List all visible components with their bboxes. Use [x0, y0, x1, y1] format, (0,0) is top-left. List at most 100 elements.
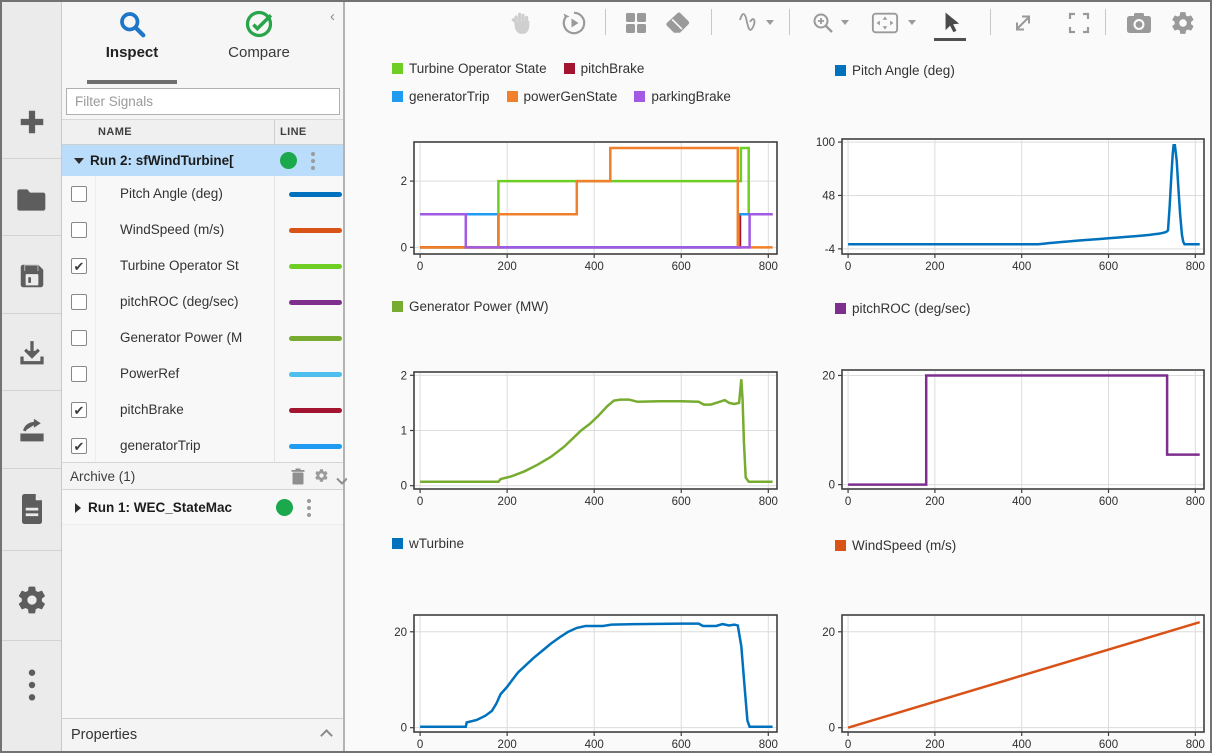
signal-line-swatch [289, 264, 342, 269]
svg-text:0: 0 [417, 739, 423, 751]
legend-swatch [507, 91, 518, 102]
signal-checkbox[interactable] [71, 330, 87, 346]
chevron-down-icon[interactable] [74, 158, 84, 164]
legend-item: pitchROC (deg/sec) [835, 298, 971, 318]
zoom-dropdown-caret[interactable] [841, 20, 849, 25]
signal-trace-icon[interactable] [735, 9, 763, 37]
signal-line-swatch [289, 372, 342, 377]
legend-swatch [564, 63, 575, 74]
chart-legend: wTurbine [392, 533, 762, 561]
subplot-pitchroc[interactable]: 0200400600800020 [807, 365, 1212, 516]
fullscreen-icon[interactable] [1065, 9, 1093, 37]
signal-row[interactable]: WindSpeed (m/s) [62, 212, 343, 248]
save-icon[interactable] [2, 241, 61, 311]
eraser-icon[interactable] [664, 9, 692, 37]
svg-text:600: 600 [1099, 496, 1118, 508]
legend-swatch [392, 538, 403, 549]
archive-label: Archive (1) [70, 469, 135, 484]
signal-name: pitchROC (deg/sec) [120, 294, 272, 309]
signal-checkbox[interactable]: ✔ [71, 402, 87, 418]
collapse-panel-icon[interactable]: ‹ [330, 8, 335, 25]
legend-swatch [835, 303, 846, 314]
export-icon[interactable] [2, 396, 61, 466]
legend-item: Turbine Operator State [392, 58, 547, 78]
svg-text:200: 200 [498, 496, 517, 508]
chart-legend: pitchROC (deg/sec) [835, 298, 1175, 326]
legend-swatch [835, 65, 846, 76]
svg-text:48: 48 [822, 190, 835, 202]
fit-to-view-icon[interactable] [871, 9, 899, 37]
fit-dropdown-caret[interactable] [908, 20, 916, 25]
run-options-icon[interactable] [311, 152, 315, 170]
signal-row[interactable]: ✔Turbine Operator St [62, 248, 343, 284]
signal-checkbox[interactable] [71, 222, 87, 238]
archived-run-options-icon[interactable] [307, 499, 311, 517]
properties-bar[interactable]: Properties [62, 718, 343, 751]
svg-text:0: 0 [401, 242, 407, 254]
svg-text:600: 600 [672, 261, 691, 273]
legend-swatch [392, 63, 403, 74]
tab-inspect-label: Inspect [72, 44, 192, 61]
open-folder-icon[interactable] [2, 165, 61, 235]
subplot-wturbine[interactable]: 0200400600800020 [379, 610, 789, 753]
tab-compare[interactable]: Compare [199, 6, 319, 61]
run-row-selected[interactable]: Run 2: sfWindTurbine[ [62, 145, 343, 176]
signal-row[interactable]: Generator Power (M [62, 320, 343, 356]
legend-item: powerGenState [507, 86, 618, 106]
subplot-states[interactable]: 020040060080002 [379, 137, 789, 281]
expand-icon[interactable] [1009, 9, 1037, 37]
preferences-gear-icon[interactable] [2, 565, 61, 635]
tab-inspect[interactable]: Inspect [72, 6, 192, 61]
zoom-in-icon[interactable] [809, 9, 837, 37]
snapshot-camera-icon[interactable] [1125, 9, 1153, 37]
signal-trace-dropdown-caret[interactable] [766, 20, 774, 25]
signal-row[interactable]: PowerRef [62, 356, 343, 392]
signal-row[interactable]: ✔pitchBrake [62, 392, 343, 428]
report-icon[interactable] [2, 474, 61, 544]
archive-settings-gear-icon[interactable] [314, 468, 329, 488]
trash-icon[interactable] [290, 468, 306, 490]
subplot-generator-power[interactable]: 0200400600800012 [379, 367, 789, 516]
legend-swatch [634, 91, 645, 102]
signal-name: Pitch Angle (deg) [120, 186, 272, 201]
column-name: NAME [98, 126, 132, 138]
filter-signals-input[interactable] [66, 88, 340, 115]
signal-checkbox[interactable]: ✔ [71, 258, 87, 274]
chevron-right-icon[interactable] [75, 503, 81, 513]
legend-swatch [392, 91, 403, 102]
signal-row[interactable]: pitchROC (deg/sec) [62, 284, 343, 320]
signal-checkbox[interactable] [71, 186, 87, 202]
pan-hand-icon [507, 9, 535, 37]
archived-run-row[interactable]: Run 1: WEC_StateMac [62, 491, 343, 525]
archive-bar[interactable]: Archive (1) [62, 462, 343, 490]
signal-row[interactable]: Pitch Angle (deg) [62, 176, 343, 212]
svg-text:200: 200 [925, 261, 944, 273]
signal-line-swatch [289, 192, 342, 197]
signal-row[interactable]: ✔generatorTrip [62, 428, 343, 462]
run-label: Run 2: sfWindTurbine[ [90, 153, 280, 168]
signal-checkbox[interactable] [71, 366, 87, 382]
signal-checkbox[interactable] [71, 294, 87, 310]
signal-line-swatch [289, 408, 342, 413]
svg-text:1: 1 [401, 426, 407, 438]
plot-settings-gear-icon[interactable] [1169, 9, 1197, 37]
more-options-icon[interactable] [2, 650, 61, 720]
left-toolbar-rail [2, 2, 62, 751]
subplot-windspeed[interactable]: 0200400600800020 [807, 610, 1212, 753]
layout-grid-icon[interactable] [622, 9, 650, 37]
signal-checkbox[interactable]: ✔ [71, 438, 87, 454]
import-icon[interactable] [2, 319, 61, 389]
svg-text:0: 0 [401, 723, 407, 735]
chart-legend: Generator Power (MW) [392, 296, 762, 324]
subplot-pitch-angle[interactable]: 0200400600800-448100 [807, 134, 1212, 281]
add-icon[interactable] [2, 87, 61, 157]
chart-legend: Pitch Angle (deg) [835, 60, 1175, 88]
signal-name: WindSpeed (m/s) [120, 222, 272, 237]
inspect-search-icon [72, 6, 192, 42]
mode-tabs: Inspect Compare ‹ [62, 2, 343, 86]
legend-label: wTurbine [409, 536, 464, 551]
legend-label: WindSpeed (m/s) [852, 538, 956, 553]
properties-label: Properties [71, 727, 137, 743]
pointer-cursor-icon[interactable] [937, 9, 965, 37]
replay-icon[interactable] [560, 9, 588, 37]
